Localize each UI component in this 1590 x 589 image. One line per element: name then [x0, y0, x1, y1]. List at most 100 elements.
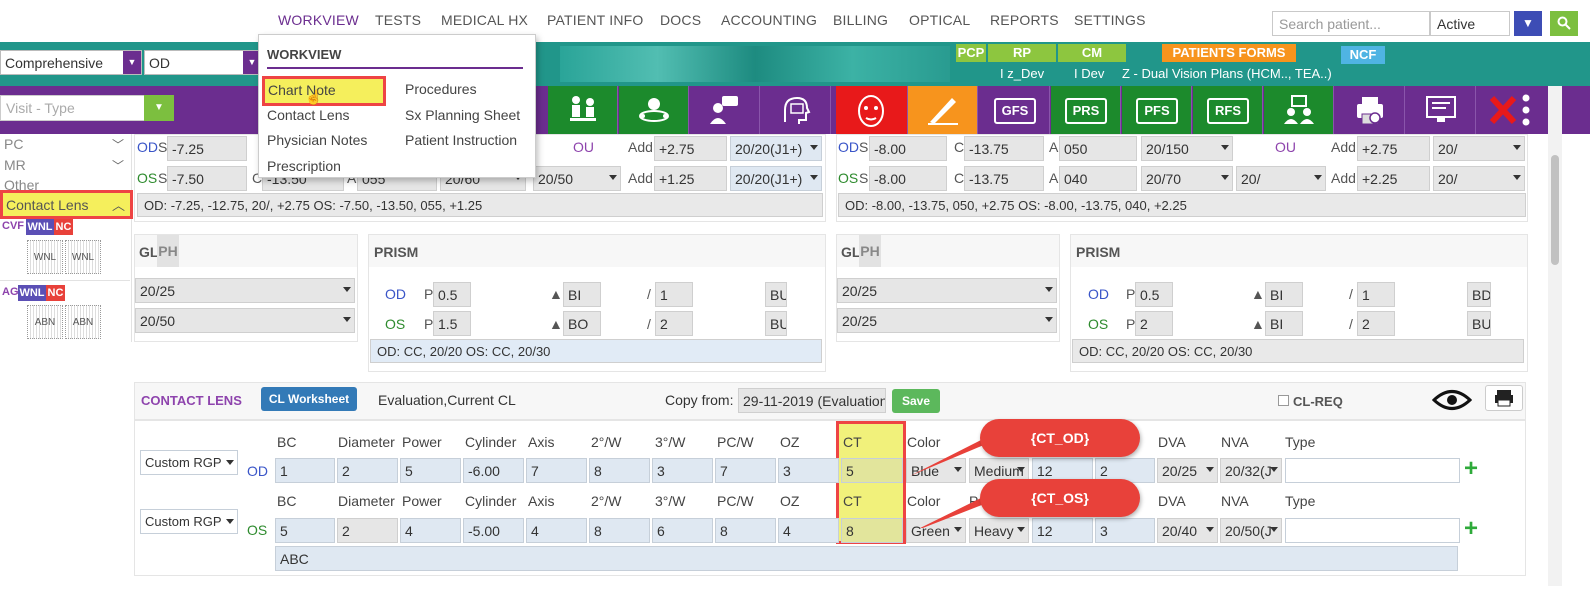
os-ct-input[interactable]: 8 [841, 518, 903, 543]
os-va-select-right[interactable]: 20/ [1236, 166, 1326, 191]
os-3w-input[interactable]: 6 [652, 518, 713, 543]
os-pcw-input[interactable]: 8 [715, 518, 776, 543]
nav-medical-hx[interactable]: MEDICAL HX [441, 12, 528, 28]
consult-tool-button[interactable] [690, 86, 760, 134]
os-bc-input[interactable]: 5 [275, 518, 335, 543]
gl-od-select[interactable]: 20/25 [135, 278, 355, 303]
prism-summary-right[interactable]: OD: CC, 20/20 OS: CC, 20/30 [1072, 339, 1524, 363]
gl-os-select-right[interactable]: 20/25 [837, 308, 1057, 333]
os-va-select[interactable]: 20/50 [533, 166, 621, 191]
od-add-input-right[interactable]: +2.75 [1357, 136, 1430, 161]
cvf-wnl-button[interactable]: WNL [26, 219, 54, 235]
face-tool-button[interactable] [836, 86, 908, 134]
menu-item-procedures[interactable]: Procedures [405, 81, 477, 97]
refraction-summary-left[interactable]: OD: -7.25, -12.75, 20/, +2.75 OS: -7.50,… [137, 193, 823, 217]
nav-optical[interactable]: OPTICAL [909, 12, 970, 28]
prism-os-base2-input-right[interactable]: BU [1467, 311, 1491, 336]
menu-item-sx-planning-sheet[interactable]: Sx Planning Sheet [405, 107, 520, 123]
ag-nc-button[interactable]: NC [46, 285, 65, 301]
od-ct-input[interactable]: 5 [841, 458, 903, 483]
prism-od-p-input-right[interactable]: 0.5 [1135, 282, 1173, 307]
pfs-button[interactable]: PFS [1122, 86, 1192, 134]
ag-grid-os[interactable]: ABN [65, 305, 101, 339]
add-row-od-icon[interactable]: + [1464, 455, 1478, 483]
os-axis-input[interactable]: 4 [526, 518, 587, 543]
pcp-badge[interactable]: PCP [956, 44, 986, 62]
education-tool-button[interactable] [761, 86, 831, 134]
os-near-va-select[interactable]: 20/20(J1+) [730, 166, 822, 191]
cvf-grid-os[interactable]: WNL [65, 240, 101, 274]
status-dropdown-button[interactable]: ▼ [1514, 11, 1542, 36]
search-patient-input[interactable]: Search patient... [1272, 11, 1430, 36]
nav-billing[interactable]: BILLING [833, 12, 888, 28]
od-dva-cl-select[interactable]: 20/25 [1157, 458, 1218, 483]
prism-os-p-input[interactable]: 1.5 [433, 311, 471, 336]
eye-select[interactable]: OD ▼ [144, 50, 262, 75]
od-pcw-input[interactable]: 7 [715, 458, 776, 483]
chevron-down-icon[interactable]: ﹀ [112, 157, 124, 174]
sidebar-item-contact-lens[interactable]: Contact Lens ︿ [0, 190, 133, 219]
os-2w-input[interactable]: 8 [589, 518, 650, 543]
od-sphere-input-right[interactable]: -8.00 [869, 136, 947, 161]
copy-from-select[interactable]: 29-11-2019 (Evaluation, [738, 388, 886, 413]
chevron-down-icon[interactable]: ▼ [144, 95, 174, 121]
od-3w-input[interactable]: 3 [652, 458, 713, 483]
os-oz-input[interactable]: 4 [778, 518, 839, 543]
menu-item-prescription[interactable]: Prescription [267, 158, 341, 174]
od-lens-type-select[interactable]: Custom RGP [140, 450, 238, 475]
ph-tab[interactable]: PH [859, 235, 881, 267]
add-row-os-icon[interactable]: + [1464, 515, 1478, 543]
od-axis-input-right[interactable]: 050 [1059, 136, 1137, 161]
os-axis-input-right[interactable]: 040 [1059, 166, 1137, 191]
os-sphere-input-right[interactable]: -8.00 [869, 166, 947, 191]
procedure-tool-button[interactable] [908, 86, 978, 134]
od-2w-input[interactable]: 8 [589, 458, 650, 483]
nav-docs[interactable]: DOCS [660, 12, 701, 28]
exam-tool-button[interactable] [548, 86, 618, 134]
gfs-button[interactable]: GFS [980, 86, 1050, 134]
visit-type-select[interactable]: Visit - Type [0, 95, 145, 121]
print-tool-button[interactable] [1335, 86, 1405, 134]
ph-tab[interactable]: PH [157, 235, 179, 267]
od-nva-cl-select[interactable]: 20/32(J [1220, 458, 1282, 483]
chevron-down-icon[interactable]: ﹀ [112, 136, 124, 153]
od-cylinder-input-right[interactable]: -13.75 [964, 136, 1044, 161]
staff-tool-button[interactable] [1264, 86, 1334, 134]
od-dva-select-right[interactable]: 20/150 [1141, 136, 1233, 161]
od-axis-input[interactable]: 7 [526, 458, 587, 483]
od-sphere-input[interactable]: -7.25 [167, 136, 247, 161]
prism-od-p-input[interactable]: 0.5 [433, 282, 471, 307]
rfs-button[interactable]: RFS [1193, 86, 1263, 134]
od-near-va-select[interactable]: 20/20(J1+) [730, 136, 822, 161]
prism-summary-left[interactable]: OD: CC, 20/20 OS: CC, 20/30 [370, 339, 822, 363]
eye-tool-button[interactable] [619, 86, 689, 134]
refraction-summary-right[interactable]: OD: -8.00, -13.75, 050, +2.75 OS: -8.00,… [838, 193, 1526, 217]
menu-item-contact-lens[interactable]: Contact Lens [267, 107, 350, 123]
prs-button[interactable]: PRS [1051, 86, 1121, 134]
close-chart-button[interactable] [1486, 90, 1536, 130]
os-type-input[interactable] [1285, 518, 1460, 543]
exam-type-select[interactable]: Comprehensive ▼ [0, 50, 142, 75]
menu-item-chart-note[interactable]: Chart Note ☝ [262, 76, 386, 106]
view-button[interactable] [1431, 387, 1473, 413]
od-power-input[interactable]: 5 [400, 458, 461, 483]
os-diameter-input[interactable]: 2 [337, 518, 398, 543]
prism-os-v2-input-right[interactable]: 2 [1357, 311, 1395, 336]
nav-reports[interactable]: REPORTS [990, 12, 1059, 28]
prism-od-base1-input[interactable]: BI [563, 282, 601, 307]
save-button[interactable]: Save [892, 389, 940, 413]
os-power-input[interactable]: 4 [400, 518, 461, 543]
cl-req-checkbox[interactable] [1278, 395, 1289, 406]
nav-accounting[interactable]: ACCOUNTING [721, 12, 817, 28]
os-dva-cl-select[interactable]: 20/40 [1157, 518, 1218, 543]
cl-worksheet-button[interactable]: CL Worksheet [261, 387, 357, 411]
os-dva-select-right[interactable]: 20/70 [1141, 166, 1233, 191]
prism-od-v2-input-right[interactable]: 1 [1357, 282, 1395, 307]
od-cylinder-input[interactable]: -6.00 [463, 458, 524, 483]
prism-od-v2-input[interactable]: 1 [655, 282, 693, 307]
print-button[interactable] [1485, 385, 1523, 411]
status-select[interactable]: Active [1430, 11, 1510, 36]
menu-item-patient-instruction[interactable]: Patient Instruction [405, 132, 517, 148]
od-oz-input[interactable]: 3 [778, 458, 839, 483]
cvf-grid-od[interactable]: WNL [27, 240, 63, 274]
